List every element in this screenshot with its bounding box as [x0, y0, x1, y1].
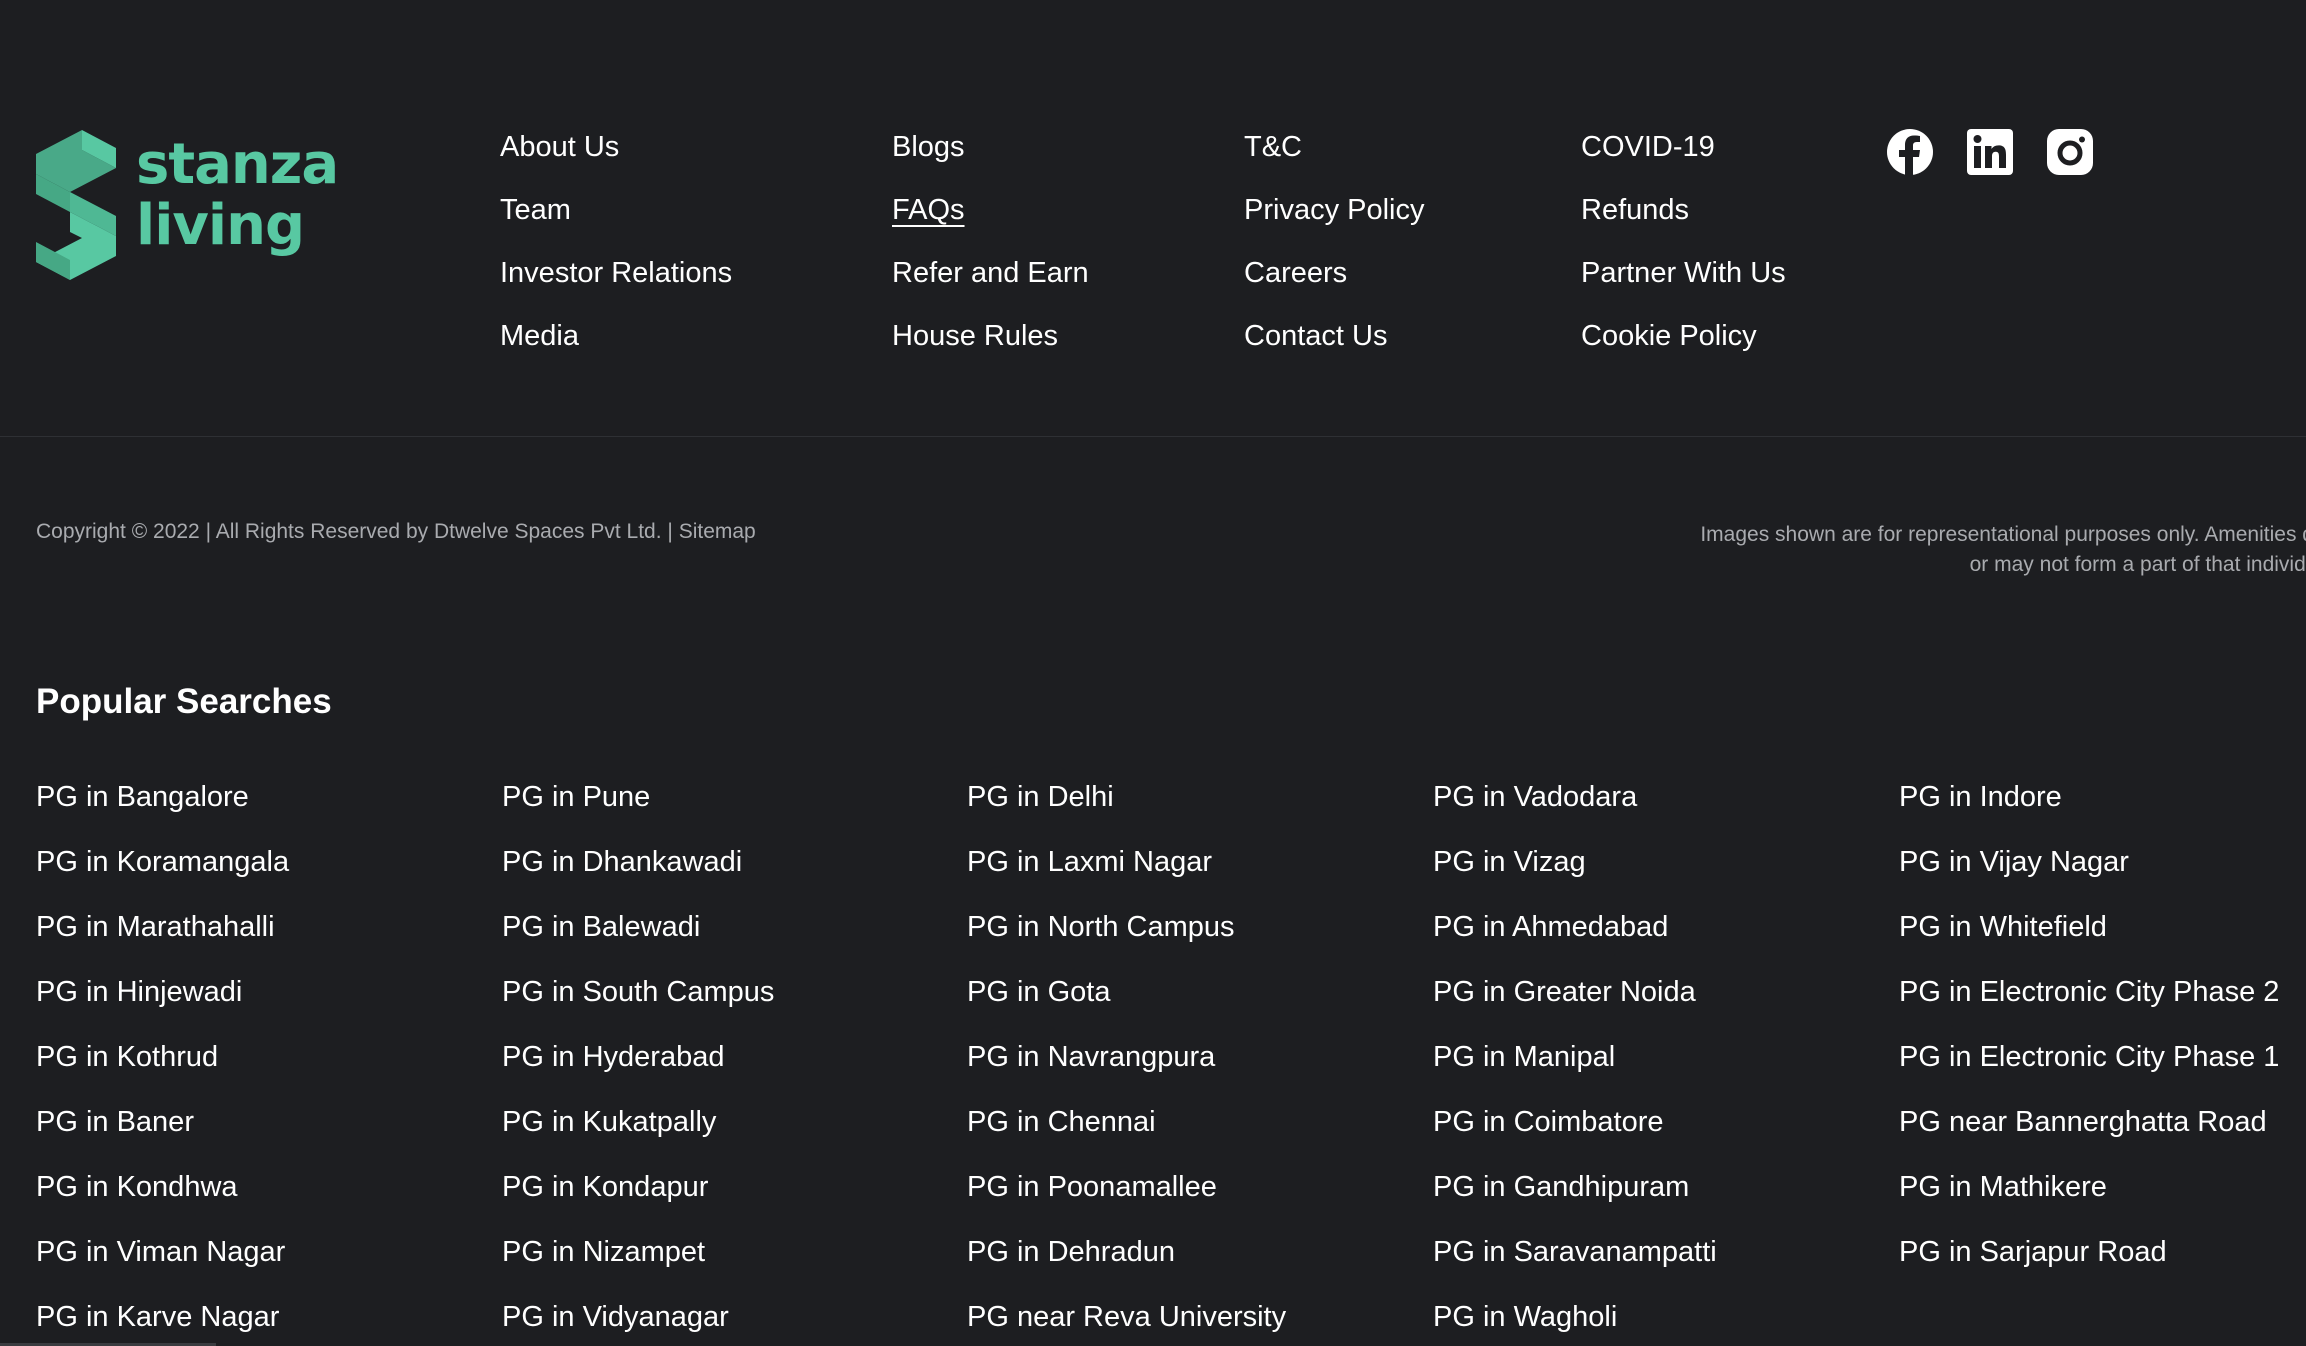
search-link[interactable]: PG in Gota	[967, 969, 1286, 1034]
search-link[interactable]: PG in Kothrud	[36, 1034, 289, 1099]
search-link[interactable]: PG in Karve Nagar	[36, 1294, 289, 1346]
footer-links-column-1: About Us Team Investor Relations Media	[500, 124, 732, 376]
search-link[interactable]: PG in Baner	[36, 1099, 289, 1164]
footer-link-covid-19[interactable]: COVID-19	[1581, 124, 1786, 187]
search-link[interactable]: PG in Kondhwa	[36, 1164, 289, 1229]
instagram-icon[interactable]	[2046, 128, 2094, 176]
footer-links-column-2: Blogs FAQs Refer and Earn House Rules	[892, 124, 1089, 376]
search-link[interactable]: PG in Vizag	[1433, 839, 1717, 904]
search-link[interactable]: PG in Dehradun	[967, 1229, 1286, 1294]
copyright-text: Copyright © 2022 | All Rights Reserved b…	[36, 520, 679, 543]
logo-mark-icon	[36, 130, 116, 280]
logo-wordmark: stanza living	[136, 132, 339, 258]
popular-searches-title: Popular Searches	[36, 682, 332, 721]
linkedin-icon[interactable]	[1966, 128, 2014, 176]
search-link[interactable]: PG in Laxmi Nagar	[967, 839, 1286, 904]
stanza-living-logo[interactable]: stanza living	[36, 128, 339, 280]
disclaimer-line-2: or may not form a part of that individua…	[1969, 553, 2306, 576]
popular-searches-column-4: PG in Vadodara PG in Vizag PG in Ahmedab…	[1433, 774, 1717, 1346]
facebook-icon[interactable]	[1886, 128, 1934, 176]
search-link[interactable]: PG in Coimbatore	[1433, 1099, 1717, 1164]
search-link[interactable]: PG in Pune	[502, 774, 774, 839]
footer-link-blogs[interactable]: Blogs	[892, 124, 1089, 187]
logo-word-stanza: stanza	[136, 132, 339, 197]
footer-link-privacy-policy[interactable]: Privacy Policy	[1244, 187, 1425, 250]
search-link[interactable]: PG in Whitefield	[1899, 904, 2279, 969]
footer-link-cookie-policy[interactable]: Cookie Policy	[1581, 313, 1786, 376]
search-link[interactable]: PG in Vadodara	[1433, 774, 1717, 839]
image-disclaimer: Images shown are for representational pu…	[1700, 520, 2306, 580]
search-link[interactable]: PG in Kukatpally	[502, 1099, 774, 1164]
search-link[interactable]: PG in Sarjapur Road	[1899, 1229, 2279, 1294]
logo-word-living: living	[136, 193, 305, 258]
footer-links-column-4: COVID-19 Refunds Partner With Us Cookie …	[1581, 124, 1786, 376]
search-link[interactable]: PG in Mathikere	[1899, 1164, 2279, 1229]
footer-link-faqs[interactable]: FAQs	[892, 187, 1089, 250]
search-link[interactable]: PG in Hyderabad	[502, 1034, 774, 1099]
search-link[interactable]: PG in Electronic City Phase 1	[1899, 1034, 2279, 1099]
footer-page: stanza living About Us Team Investor Rel…	[0, 0, 2306, 1346]
search-link[interactable]: PG in Chennai	[967, 1099, 1286, 1164]
search-link[interactable]: PG in Indore	[1899, 774, 2279, 839]
popular-searches-column-5: PG in Indore PG in Vijay Nagar PG in Whi…	[1899, 774, 2279, 1294]
popular-searches-column-3: PG in Delhi PG in Laxmi Nagar PG in Nort…	[967, 774, 1286, 1346]
search-link[interactable]: PG in Poonamallee	[967, 1164, 1286, 1229]
footer-link-about-us[interactable]: About Us	[500, 124, 732, 187]
search-link[interactable]: PG in Viman Nagar	[36, 1229, 289, 1294]
search-link[interactable]: PG near Reva University	[967, 1294, 1286, 1346]
search-link[interactable]: PG in Saravanampatti	[1433, 1229, 1717, 1294]
copyright-notice: Copyright © 2022 | All Rights Reserved b…	[36, 520, 756, 544]
search-link[interactable]: PG in Manipal	[1433, 1034, 1717, 1099]
footer-link-terms[interactable]: T&C	[1244, 124, 1425, 187]
search-link[interactable]: PG in Balewadi	[502, 904, 774, 969]
social-links	[1886, 128, 2094, 176]
search-link[interactable]: PG in Wagholi	[1433, 1294, 1717, 1346]
footer-link-refunds[interactable]: Refunds	[1581, 187, 1786, 250]
search-link[interactable]: PG in Hinjewadi	[36, 969, 289, 1034]
footer-links-column-3: T&C Privacy Policy Careers Contact Us	[1244, 124, 1425, 376]
search-link[interactable]: PG in North Campus	[967, 904, 1286, 969]
popular-searches-column-1: PG in Bangalore PG in Koramangala PG in …	[36, 774, 289, 1346]
popular-searches-column-2: PG in Pune PG in Dhankawadi PG in Balewa…	[502, 774, 774, 1346]
search-link[interactable]: PG in Gandhipuram	[1433, 1164, 1717, 1229]
search-link[interactable]: PG in South Campus	[502, 969, 774, 1034]
footer-link-partner-with-us[interactable]: Partner With Us	[1581, 250, 1786, 313]
search-link[interactable]: PG in Koramangala	[36, 839, 289, 904]
search-link[interactable]: PG in Dhankawadi	[502, 839, 774, 904]
search-link[interactable]: PG in Bangalore	[36, 774, 289, 839]
footer-divider	[0, 436, 2306, 437]
search-link[interactable]: PG in Navrangpura	[967, 1034, 1286, 1099]
footer-link-refer-and-earn[interactable]: Refer and Earn	[892, 250, 1089, 313]
search-link[interactable]: PG in Delhi	[967, 774, 1286, 839]
search-link[interactable]: PG in Kondapur	[502, 1164, 774, 1229]
search-link[interactable]: PG in Ahmedabad	[1433, 904, 1717, 969]
search-link[interactable]: PG in Vijay Nagar	[1899, 839, 2279, 904]
footer-link-investor-relations[interactable]: Investor Relations	[500, 250, 732, 313]
search-link[interactable]: PG near Bannerghatta Road	[1899, 1099, 2279, 1164]
search-link[interactable]: PG in Electronic City Phase 2	[1899, 969, 2279, 1034]
footer-link-careers[interactable]: Careers	[1244, 250, 1425, 313]
footer-link-team[interactable]: Team	[500, 187, 732, 250]
footer-link-contact-us[interactable]: Contact Us	[1244, 313, 1425, 376]
footer-link-media[interactable]: Media	[500, 313, 732, 376]
search-link[interactable]: PG in Marathahalli	[36, 904, 289, 969]
sitemap-link[interactable]: Sitemap	[679, 520, 756, 543]
footer-link-house-rules[interactable]: House Rules	[892, 313, 1089, 376]
search-link[interactable]: PG in Nizampet	[502, 1229, 774, 1294]
search-link[interactable]: PG in Vidyanagar	[502, 1294, 774, 1346]
disclaimer-line-1: Images shown are for representational pu…	[1700, 523, 2306, 546]
search-link[interactable]: PG in Greater Noida	[1433, 969, 1717, 1034]
